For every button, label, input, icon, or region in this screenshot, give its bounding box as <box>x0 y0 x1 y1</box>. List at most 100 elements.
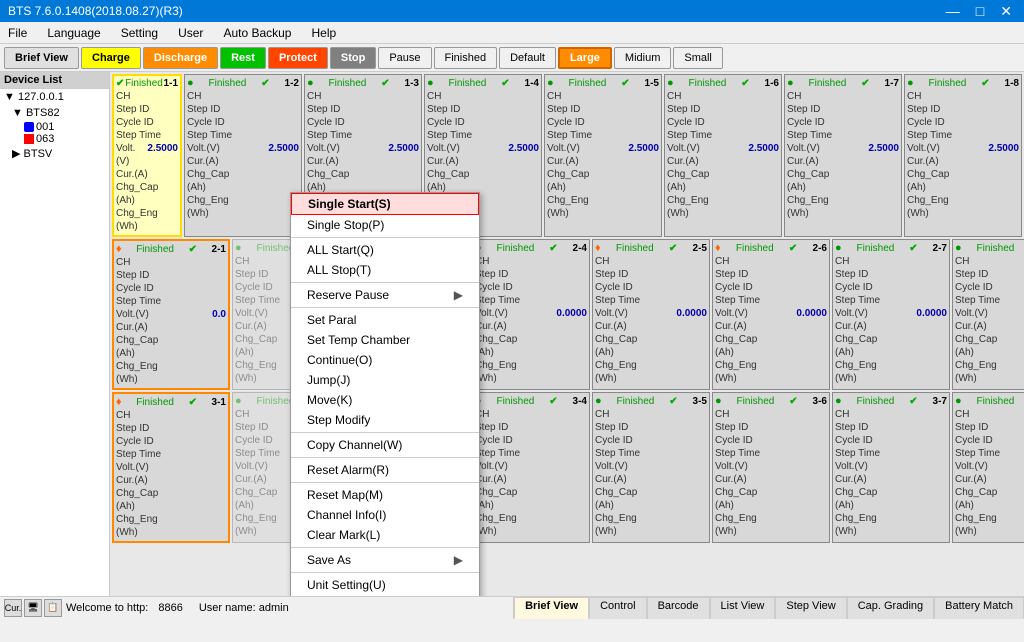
channel-num-3-7: 3-7 <box>933 396 947 407</box>
channel-card-3-7[interactable]: ● Finished ✔ 3-7 CH Step ID Cycle ID Ste… <box>832 392 950 543</box>
channel-card-3-4[interactable]: ● Finished ✔ 3-4 CH Step ID Cycle ID Ste… <box>472 392 590 543</box>
ctx-single-start[interactable]: Single Start(S) <box>291 193 479 215</box>
channel-card-1-1[interactable]: ✔ Finished 1-1 CH Step ID Cycle ID Step … <box>112 74 182 237</box>
channel-card-1-8[interactable]: ● Finished ✔ 1-8 CH Step ID Cycle ID Ste… <box>904 74 1022 237</box>
channel-num-1-7: 1-7 <box>885 78 899 89</box>
finished-button[interactable]: Finished <box>434 47 498 69</box>
sidebar-bts[interactable]: ▼ BTS82 <box>0 105 109 121</box>
channel-card-1-6[interactable]: ● Finished ✔ 1-6 CH Step ID Cycle ID Ste… <box>664 74 782 237</box>
status-label-1-7: Finished <box>809 78 847 89</box>
channel-card-2-4[interactable]: ● Finished ✔ 2-4 CH Step ID Cycle ID Ste… <box>472 239 590 390</box>
stop-button[interactable]: Stop <box>330 47 376 69</box>
status-check-2-6: ✔ <box>789 243 797 254</box>
ctx-continue[interactable]: Continue(O) <box>291 350 479 370</box>
status-check-1-8: ✔ <box>981 78 989 89</box>
channel-card-1-5[interactable]: ● Finished ✔ 1-5 CH Step ID Cycle ID Ste… <box>544 74 662 237</box>
channel-row-2: ♦ Finished ✔ 2-1 CH Step ID Cycle ID Ste… <box>112 239 1022 390</box>
ctx-save-as[interactable]: Save As ▶ <box>291 550 479 570</box>
btsv-label: BTSV <box>24 148 53 160</box>
ctx-clear-mark[interactable]: Clear Mark(L) <box>291 525 479 545</box>
status-icon-3[interactable]: 📋 <box>44 599 62 617</box>
tab-brief-view[interactable]: Brief View <box>514 597 589 619</box>
status-check-1-6: ✔ <box>741 78 749 89</box>
menu-file[interactable]: File <box>4 24 31 42</box>
default-button[interactable]: Default <box>499 47 556 69</box>
channel-icon-1-2: ● <box>187 77 194 89</box>
menu-help[interactable]: Help <box>307 24 340 42</box>
status-icon-2[interactable]: 🖥 <box>24 599 42 617</box>
channel-card-3-6[interactable]: ● Finished ✔ 3-6 CH Step ID Cycle ID Ste… <box>712 392 830 543</box>
menu-autobackup[interactable]: Auto Backup <box>219 24 295 42</box>
tab-barcode[interactable]: Barcode <box>647 597 710 619</box>
ctx-reset-alarm[interactable]: Reset Alarm(R) <box>291 460 479 480</box>
title-bar: BTS 7.6.0.1408(2018.08.27)(R3) — □ ✕ <box>0 0 1024 22</box>
channel-card-2-7[interactable]: ● Finished ✔ 2-7 CH Step ID Cycle ID Ste… <box>832 239 950 390</box>
midium-button[interactable]: Midium <box>614 47 671 69</box>
menu-setting[interactable]: Setting <box>117 24 162 42</box>
channel-card-2-1[interactable]: ♦ Finished ✔ 2-1 CH Step ID Cycle ID Ste… <box>112 239 230 390</box>
channel-001-dot <box>24 122 34 132</box>
ctx-jump[interactable]: Jump(J) <box>291 370 479 390</box>
channel-card-2-5[interactable]: ♦ Finished ✔ 2-5 CH Step ID Cycle ID Ste… <box>592 239 710 390</box>
discharge-button[interactable]: Discharge <box>143 47 218 69</box>
status-label-2-1: Finished <box>136 244 174 255</box>
small-button[interactable]: Small <box>673 47 723 69</box>
ctx-separator-6 <box>291 482 479 483</box>
pause-button[interactable]: Pause <box>378 47 431 69</box>
status-icon-cur[interactable]: Cur. <box>4 599 22 617</box>
tab-cap-grading[interactable]: Cap. Grading <box>847 597 934 619</box>
ctx-unit-setting[interactable]: Unit Setting(U) <box>291 575 479 595</box>
menu-user[interactable]: User <box>174 24 207 42</box>
maximize-button[interactable]: □ <box>972 3 988 20</box>
channel-card-2-8[interactable]: ● Finished ✔ 2-8 CH Step ID Cycle ID Ste… <box>952 239 1024 390</box>
channel-card-3-5[interactable]: ● Finished ✔ 3-5 CH Step ID Cycle ID Ste… <box>592 392 710 543</box>
channel-card-1-2[interactable]: ● Finished ✔ 1-2 CH Step ID Cycle ID Ste… <box>184 74 302 237</box>
ctx-move[interactable]: Move(K) <box>291 390 479 410</box>
channel-card-2-6[interactable]: ♦ Finished ✔ 2-6 CH Step ID Cycle ID Ste… <box>712 239 830 390</box>
channel-icon-2-5: ♦ <box>595 242 601 254</box>
ctx-set-paral[interactable]: Set Paral <box>291 310 479 330</box>
channel-num-3-4: 3-4 <box>573 396 587 407</box>
tab-step-view[interactable]: Step View <box>775 597 846 619</box>
rest-button[interactable]: Rest <box>220 47 266 69</box>
large-button[interactable]: Large <box>558 47 612 69</box>
channel-001-label: 001 <box>36 121 54 133</box>
channel-card-3-1[interactable]: ♦ Finished ✔ 3-1 CH Step ID Cycle ID Ste… <box>112 392 230 543</box>
ctx-single-stop[interactable]: Single Stop(P) <box>291 215 479 235</box>
channel-card-3-8[interactable]: ● Finished ✔ 3-8 CH Step ID Cycle ID Ste… <box>952 392 1024 543</box>
ip-address: 127.0.0.1 <box>18 91 64 103</box>
protect-button[interactable]: Protect <box>268 47 328 69</box>
ctx-view-log[interactable]: View Log(V) <box>291 595 479 596</box>
ctx-reset-map[interactable]: Reset Map(M) <box>291 485 479 505</box>
status-check-3-6: ✔ <box>789 396 797 407</box>
ctx-set-temp[interactable]: Set Temp Chamber <box>291 330 479 350</box>
channel-card-1-7[interactable]: ● Finished ✔ 1-7 CH Step ID Cycle ID Ste… <box>784 74 902 237</box>
tab-control[interactable]: Control <box>589 597 646 619</box>
sidebar-channel-001[interactable]: 001 <box>0 121 109 133</box>
channel-icon-1-6: ● <box>667 77 674 89</box>
channel-icon-1-5: ● <box>547 77 554 89</box>
status-bar: Cur. 🖥 📋 Welcome to http: 8866 User name… <box>0 596 1024 618</box>
status-label-3-6: Finished <box>737 396 775 407</box>
ctx-copy-channel[interactable]: Copy Channel(W) <box>291 435 479 455</box>
channel-icon-3-2: ● <box>235 395 242 407</box>
tab-list-view[interactable]: List View <box>710 597 776 619</box>
close-button[interactable]: ✕ <box>996 3 1016 20</box>
sidebar-btsv[interactable]: ▶ BTSV <box>0 145 109 162</box>
ctx-all-start[interactable]: ALL Start(Q) <box>291 240 479 260</box>
ctx-channel-info[interactable]: Channel Info(I) <box>291 505 479 525</box>
ctx-all-stop[interactable]: ALL Stop(T) <box>291 260 479 280</box>
menu-language[interactable]: Language <box>43 24 104 42</box>
minimize-button[interactable]: — <box>942 3 964 20</box>
menu-bar: File Language Setting User Auto Backup H… <box>0 22 1024 44</box>
charge-button[interactable]: Charge <box>81 47 141 69</box>
channel-num-1-1: 1-1 <box>164 78 178 89</box>
ctx-step-modify[interactable]: Step Modify <box>291 410 479 430</box>
brief-view-button[interactable]: Brief View <box>4 47 79 69</box>
status-label-1-8: Finished <box>929 78 967 89</box>
tab-battery-match[interactable]: Battery Match <box>934 597 1024 619</box>
channel-num-3-6: 3-6 <box>813 396 827 407</box>
ctx-reserve-pause[interactable]: Reserve Pause ▶ <box>291 285 479 305</box>
sidebar-channel-063[interactable]: 063 <box>0 133 109 145</box>
sidebar-ip[interactable]: ▼ 127.0.0.1 <box>0 89 109 105</box>
